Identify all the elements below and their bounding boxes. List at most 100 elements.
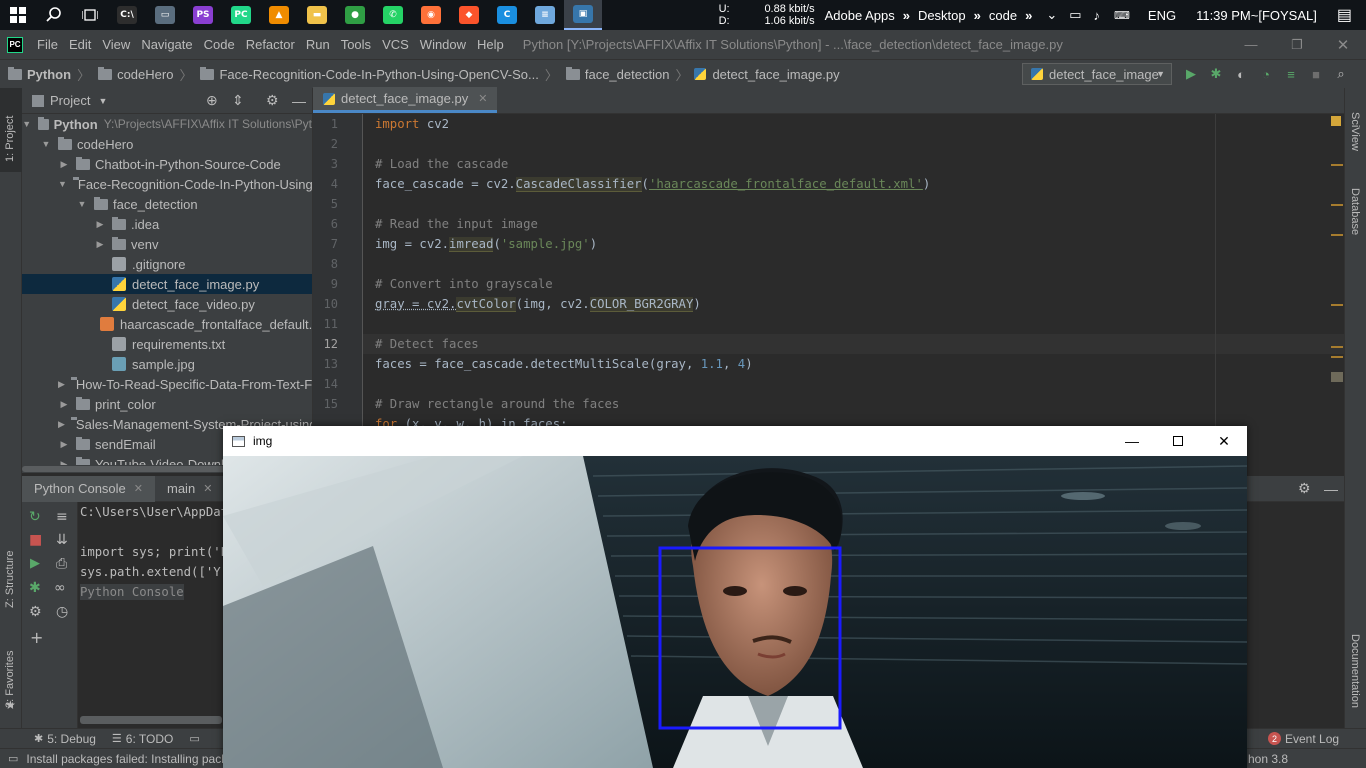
tree-item[interactable]: ▶ print_color	[22, 394, 312, 414]
taskbar-app-chrome[interactable]: ●	[336, 0, 374, 30]
taskbar-app-file-explorer[interactable]: ▬	[298, 0, 336, 30]
expand-arrow-icon[interactable]: ▶	[58, 159, 70, 170]
error-stripe-mark[interactable]	[1331, 356, 1343, 358]
menu-edit[interactable]: Edit	[64, 37, 96, 52]
language-indicator[interactable]: ENG	[1148, 8, 1176, 23]
expand-arrow-icon[interactable]: ▼	[22, 119, 32, 129]
tree-item[interactable]: ▼ codeHero	[22, 134, 312, 154]
close-button[interactable]: ✕	[1201, 426, 1247, 456]
scroll-to-end-icon[interactable]: ⇊	[56, 532, 68, 548]
code-content[interactable]: import cv2 # Load the cascade face_casca…	[375, 114, 1215, 434]
expand-arrow-icon[interactable]: ▶	[58, 379, 65, 390]
scrollbar-thumb[interactable]	[80, 716, 222, 724]
network-icon[interactable]: ▭	[1069, 7, 1081, 23]
menu-navigate[interactable]: Navigate	[136, 37, 197, 52]
tree-item[interactable]: haarcascade_frontalface_default.xml	[22, 314, 312, 334]
gear-icon[interactable]: ⚙	[266, 92, 279, 109]
expand-arrow-icon[interactable]: ▼	[76, 199, 88, 209]
expand-arrow-icon[interactable]: ▼	[58, 179, 67, 189]
chevron-right-icon[interactable]: »	[903, 8, 910, 23]
tree-item[interactable]: detect_face_image.py	[22, 274, 312, 294]
menu-tools[interactable]: Tools	[336, 37, 376, 52]
menu-refactor[interactable]: Refactor	[241, 37, 300, 52]
error-stripe-mark[interactable]	[1331, 346, 1343, 348]
minimize-button[interactable]: —	[1228, 30, 1274, 59]
menu-run[interactable]: Run	[301, 37, 335, 52]
menu-vcs[interactable]: VCS	[377, 37, 414, 52]
chevron-right-icon[interactable]: »	[974, 8, 981, 23]
tab-detect-face-image[interactable]: detect_face_image.py ✕	[313, 87, 498, 113]
taskbar-app-device-manager[interactable]: ▭	[146, 0, 184, 30]
sciview-tool-label[interactable]: SciView	[1349, 112, 1361, 151]
task-view-icon[interactable]	[72, 0, 108, 30]
expand-arrow-icon[interactable]: ▶	[94, 239, 106, 250]
hide-panel-icon[interactable]: —	[1324, 481, 1338, 497]
project-tool-tab[interactable]: 1: Project	[0, 88, 22, 172]
tree-item[interactable]: ▼ Face-Recognition-Code-In-Python-Using	[22, 174, 312, 194]
taskbar-app-firefox[interactable]: ◉	[412, 0, 450, 30]
terminal-icon[interactable]: ▭	[189, 732, 199, 745]
history-icon[interactable]: ◷	[56, 604, 68, 620]
taskbar-app-pycharm-taskbar[interactable]: PC	[222, 0, 260, 30]
debug-tool-tab[interactable]: 5: Debug	[47, 732, 96, 746]
console-output[interactable]: C:\Users\User\AppData import sys; print(…	[80, 502, 235, 602]
expand-arrow-icon[interactable]: ▶	[58, 439, 70, 450]
menu-help[interactable]: Help	[472, 37, 509, 52]
scrollbar-thumb[interactable]	[22, 466, 248, 472]
toolbar-desktop[interactable]: Desktop	[918, 8, 966, 23]
expand-arrow-icon[interactable]: ▶	[58, 399, 70, 410]
collapse-all-icon[interactable]: ⇕	[232, 92, 244, 109]
concurrency-icon[interactable]: ≡	[1280, 63, 1302, 85]
tree-item[interactable]: .gitignore	[22, 254, 312, 274]
breadcrumb-face-recognition[interactable]: Face-Recognition-Code-In-Python-Using-Op…	[219, 67, 538, 82]
expand-arrow-icon[interactable]: ▶	[58, 419, 65, 430]
variables-icon[interactable]: ∞	[54, 580, 66, 596]
menu-file[interactable]: File	[32, 37, 63, 52]
locate-icon[interactable]: ⊕	[206, 92, 218, 109]
tree-item[interactable]: ▼ face_detection	[22, 194, 312, 214]
restore-button[interactable]: ❐	[1274, 30, 1320, 59]
soft-wrap-icon[interactable]: ≡	[56, 509, 68, 525]
gear-icon[interactable]: ⚙	[29, 604, 42, 620]
structure-tool-label[interactable]: Z: Structure	[4, 551, 16, 608]
expand-arrow-icon[interactable]: ▼	[40, 139, 52, 149]
action-center-icon[interactable]: ▤	[1337, 5, 1352, 25]
close-tab-icon[interactable]: ✕	[203, 482, 212, 495]
error-stripe-mark[interactable]	[1331, 234, 1343, 236]
breadcrumb-codehero[interactable]: codeHero	[117, 67, 173, 82]
tab-main[interactable]: main ✕	[155, 476, 224, 502]
taskbar-app-brave[interactable]: ◆	[450, 0, 488, 30]
project-panel-title[interactable]: Project	[50, 93, 90, 108]
status-icon[interactable]: ▭	[8, 752, 18, 765]
profile-icon[interactable]: ◔	[1255, 63, 1277, 85]
taskbar-app-ccleaner[interactable]: C	[488, 0, 526, 30]
database-tool-label[interactable]: Database	[1349, 188, 1361, 235]
tree-item[interactable]: sample.jpg	[22, 354, 312, 374]
run-icon[interactable]: ▶	[1180, 63, 1202, 85]
close-button[interactable]: ✕	[1320, 30, 1366, 59]
print-icon[interactable]: ⎙	[56, 556, 67, 572]
tree-item[interactable]: requirements.txt	[22, 334, 312, 354]
add-icon[interactable]: +	[30, 628, 43, 647]
documentation-tool-label[interactable]: Documentation	[1349, 634, 1361, 708]
taskbar-app-python-image[interactable]: ▣	[564, 0, 602, 30]
keyboard-icon[interactable]: ⌨	[1114, 9, 1130, 22]
tree-item[interactable]: ▶ Chatbot-in-Python-Source-Code	[22, 154, 312, 174]
taskbar-app-whatsapp[interactable]: ✆	[374, 0, 412, 30]
tree-item[interactable]: ▶ venv	[22, 234, 312, 254]
tree-item[interactable]: ▶ .idea	[22, 214, 312, 234]
clock[interactable]: 11:39 PM~[FOYSAL]	[1196, 8, 1317, 23]
todo-tool-tab[interactable]: 6: TODO	[126, 732, 174, 746]
stop-icon[interactable]: ■	[29, 532, 42, 548]
chevron-down-icon[interactable]: ▼	[98, 96, 107, 106]
menu-code[interactable]: Code	[199, 37, 240, 52]
debug-icon[interactable]: ✱	[29, 580, 41, 596]
taskbar-app-vlc[interactable]: ▲	[260, 0, 298, 30]
toolbar-code[interactable]: code	[989, 8, 1017, 23]
status-message[interactable]: Install packages failed: Installing pack	[26, 752, 227, 766]
minimize-button[interactable]: —	[1109, 426, 1155, 456]
expand-arrow-icon[interactable]: ▶	[94, 219, 106, 230]
search-everywhere-icon[interactable]: ⌕	[1330, 63, 1352, 85]
error-stripe-mark[interactable]	[1331, 204, 1343, 206]
breadcrumb-root[interactable]: Python	[27, 67, 71, 82]
